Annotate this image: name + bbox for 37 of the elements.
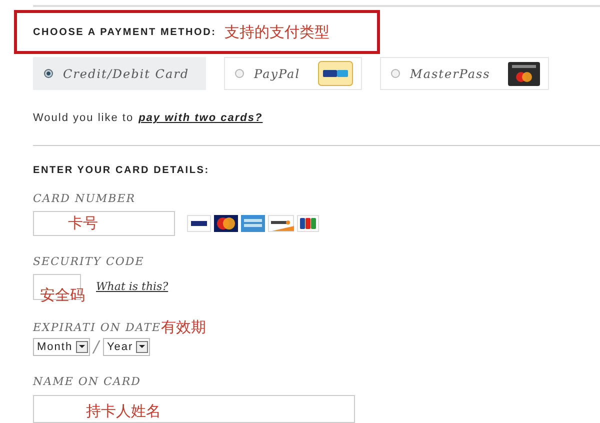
two-cards-link[interactable]: pay with two cards? — [138, 112, 263, 124]
annotation-text: 安全码 — [40, 286, 85, 305]
visa-logo-icon — [187, 215, 211, 232]
paypal-logo-icon — [318, 61, 354, 86]
field-label: CARD NUMBER — [33, 192, 137, 205]
annotation-text: 有效期 — [161, 318, 206, 337]
prompt-text: Would you like to — [33, 112, 134, 124]
dropdown[interactable]: Month — [33, 338, 90, 356]
field-label: NAME ON CARD — [33, 375, 142, 388]
date-separator: / — [94, 337, 99, 356]
annotation-text: 支持的支付类型 — [224, 22, 330, 42]
radio-button[interactable] — [235, 69, 244, 78]
dropdown[interactable]: Year — [102, 338, 150, 356]
mastercard-logo-icon — [214, 215, 238, 232]
payment-option-label: PayPal — [254, 66, 300, 80]
payment-option[interactable]: PayPal — [224, 57, 362, 90]
input-field[interactable]: 卡号 — [33, 211, 175, 236]
discover-logo-icon — [268, 215, 294, 232]
payment-option[interactable]: MasterPass — [380, 57, 550, 90]
field-label: EXPIRATI ON DATE — [33, 321, 162, 334]
help-link[interactable]: What is this? — [96, 280, 168, 293]
annotation-text: 持卡人姓名 — [86, 402, 161, 421]
payment-option[interactable]: Credit/Debit Card — [33, 57, 206, 90]
jcb-logo-icon — [297, 215, 319, 232]
payment-option-label: Credit/Debit Card — [63, 66, 190, 80]
field-label: SECURITY CODE — [33, 255, 146, 268]
masterpass-logo-icon — [508, 62, 540, 86]
amex-logo-icon — [241, 215, 265, 232]
section-heading: ENTER YOUR CARD DETAILS: — [33, 165, 210, 176]
caret-icon — [139, 345, 146, 348]
radio-button[interactable] — [391, 69, 400, 78]
input-field[interactable]: 持卡人姓名 — [33, 395, 355, 423]
annotation-text: 卡号 — [68, 214, 98, 233]
section-heading: CHOOSE A PAYMENT METHOD: — [33, 26, 216, 38]
radio-button[interactable] — [44, 69, 53, 78]
payment-option-label: MasterPass — [410, 66, 490, 80]
caret-icon — [78, 345, 85, 348]
